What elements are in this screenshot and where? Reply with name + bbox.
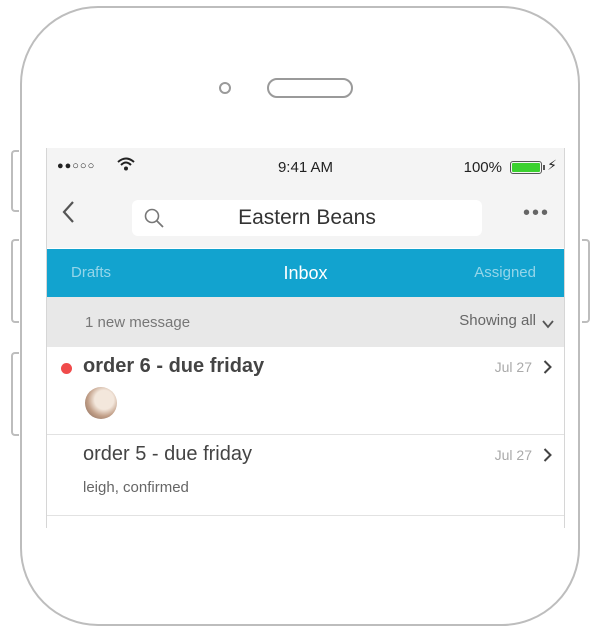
battery-icon bbox=[510, 161, 542, 174]
earpiece-speaker bbox=[267, 78, 353, 98]
status-bar: ●●○○○ 9:41 AM 100% ⚡ bbox=[47, 148, 564, 186]
battery-tip bbox=[543, 165, 545, 170]
navigation-bar: Eastern Beans ••• bbox=[47, 186, 564, 248]
app-screen: ●●○○○ 9:41 AM 100% ⚡ Eastern Beans ••• D… bbox=[46, 148, 565, 528]
message-title: order 5 - due friday bbox=[83, 443, 252, 465]
message-subtitle: leigh, confirmed bbox=[83, 479, 189, 496]
tab-bar: Drafts Inbox Assigned bbox=[47, 249, 564, 297]
power-button bbox=[582, 239, 590, 323]
front-camera bbox=[219, 82, 231, 94]
message-row[interactable]: order 6 - due friday Jul 27 bbox=[47, 347, 564, 435]
avatar bbox=[85, 387, 117, 419]
filter-dropdown[interactable]: Showing all bbox=[459, 312, 536, 329]
tab-assigned[interactable]: Assigned bbox=[474, 249, 536, 297]
chevron-right-icon bbox=[543, 448, 552, 467]
chevron-right-icon bbox=[543, 360, 552, 379]
message-date: Jul 27 bbox=[494, 447, 532, 463]
message-title: order 6 - due friday bbox=[83, 355, 265, 377]
chevron-down-icon[interactable] bbox=[542, 316, 554, 334]
unread-indicator bbox=[61, 363, 72, 374]
new-message-count: 1 new message bbox=[85, 314, 191, 331]
search-field[interactable]: Eastern Beans bbox=[132, 200, 482, 236]
volume-down-button bbox=[11, 352, 19, 436]
message-row[interactable]: order 5 - due friday Jul 27 leigh, confi… bbox=[47, 435, 564, 516]
volume-up-button bbox=[11, 239, 19, 323]
page-title: Eastern Beans bbox=[238, 206, 376, 229]
message-filter-bar: 1 new message Showing all bbox=[47, 297, 564, 347]
message-date: Jul 27 bbox=[494, 359, 532, 375]
mute-switch bbox=[11, 150, 19, 212]
more-options-icon[interactable]: ••• bbox=[523, 202, 550, 225]
battery-percentage: 100% bbox=[463, 159, 502, 176]
charging-bolt-icon: ⚡ bbox=[547, 157, 557, 173]
back-chevron-icon[interactable] bbox=[61, 200, 75, 229]
